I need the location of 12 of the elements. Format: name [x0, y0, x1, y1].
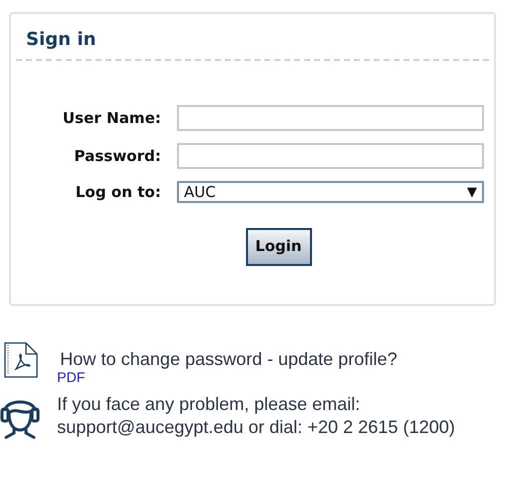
pdf-link[interactable]: PDF	[57, 369, 85, 385]
login-button[interactable]: Login	[246, 228, 312, 266]
card-title: Sign in	[26, 29, 96, 50]
field-label: Log on to:	[74, 182, 161, 203]
pdf-document-icon	[4, 342, 38, 378]
password-field[interactable]	[177, 143, 484, 169]
field-label: Password:	[73, 146, 161, 167]
logon-dropdown[interactable]: AUC ▼	[177, 181, 484, 204]
username-field[interactable]	[177, 105, 484, 131]
support-text: If you face any problem, please email: support@aucegypt.edu or dial: +20 2 2615 (1200)	[57, 393, 456, 439]
help-text: How to change password - update profile?	[60, 349, 398, 369]
field-label: User Name:	[62, 108, 161, 129]
